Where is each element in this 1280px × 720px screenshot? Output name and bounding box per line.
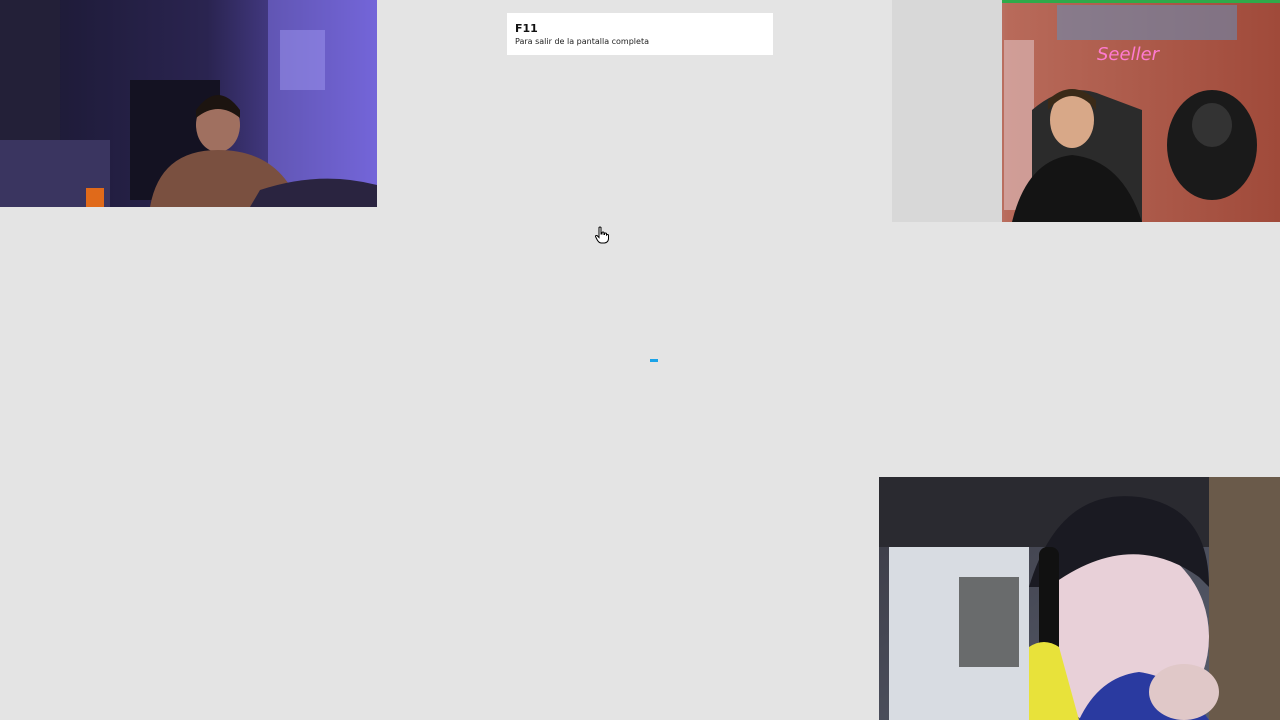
hand-pointer-icon [594,226,610,244]
svg-text:Seeller: Seeller [1097,44,1161,65]
toast-key-label: F11 [515,22,538,35]
loading-indicator [650,359,658,362]
webcam-top-left-video [0,0,377,207]
webcam-top-right: Seeller [892,0,1280,222]
webcam-bottom-right [879,477,1280,720]
webcam-top-left [0,0,377,207]
webcam-bottom-right-video [879,477,1280,720]
fullscreen-exit-toast: F11 Para salir de la pantalla completa [507,13,773,55]
webcam-top-right-video: Seeller [892,0,1280,222]
fullscreen-stage: Seeller F11 Para salir de la pantalla co… [0,0,1280,720]
toast-message: Para salir de la pantalla completa [515,37,649,46]
